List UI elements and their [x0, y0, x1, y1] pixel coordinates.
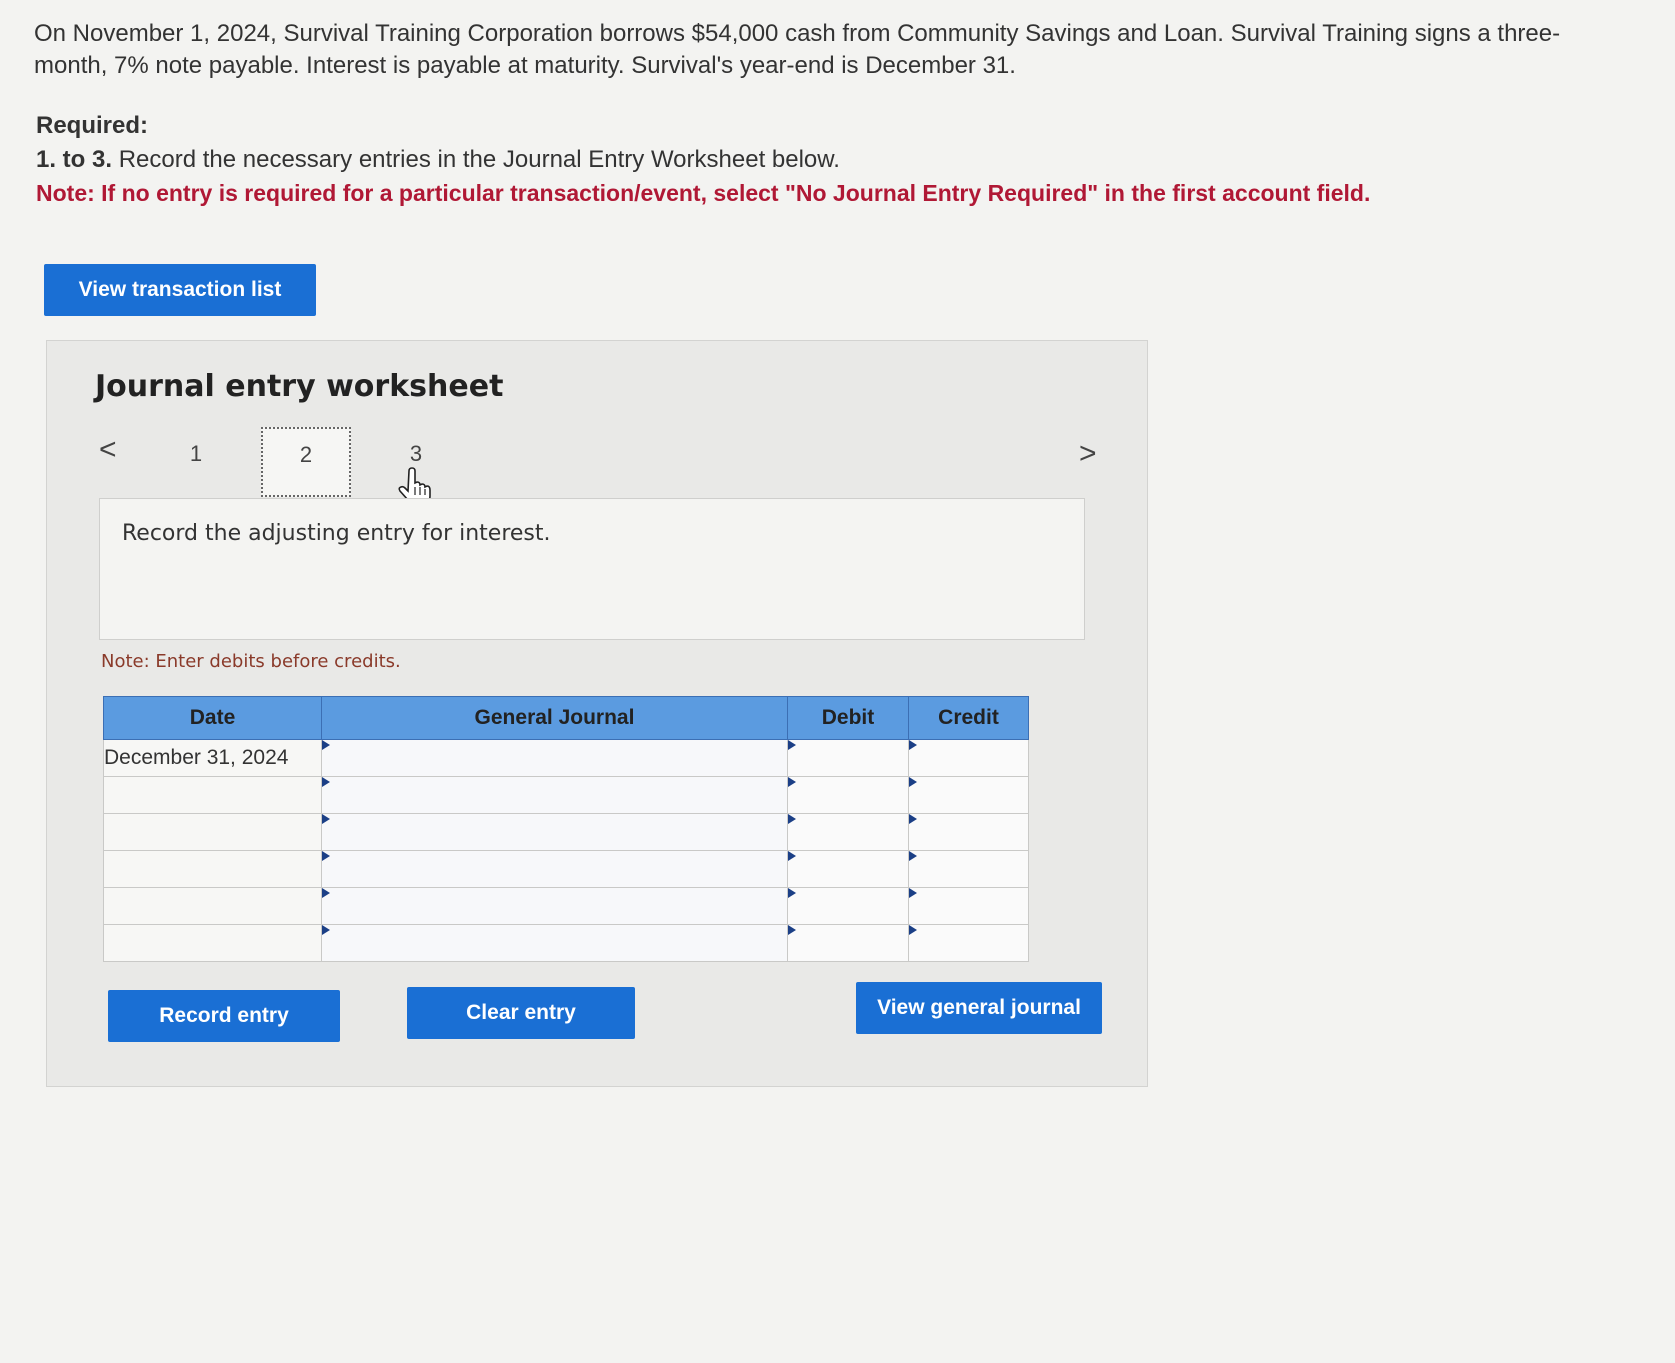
step-tab-3[interactable]: 3 [401, 441, 431, 467]
credit-input[interactable] [909, 777, 1028, 813]
dropdown-marker-icon [788, 740, 796, 750]
debit-cell[interactable] [787, 739, 909, 777]
entry-description-box: Record the adjusting entry for interest. [99, 498, 1085, 640]
header-general-journal: General Journal [321, 696, 788, 740]
date-cell [103, 813, 322, 851]
view-general-journal-button[interactable]: View general journal [856, 982, 1102, 1034]
account-cell[interactable] [321, 924, 788, 962]
dropdown-marker-icon [909, 777, 917, 787]
dropdown-marker-icon [788, 851, 796, 861]
table-row [103, 887, 1029, 925]
step-tab-2[interactable]: 2 [261, 427, 351, 497]
credit-cell[interactable] [908, 776, 1029, 814]
account-input[interactable] [322, 814, 787, 850]
date-cell [103, 887, 322, 925]
dropdown-marker-icon [909, 740, 917, 750]
account-cell[interactable] [321, 887, 788, 925]
debits-note: Note: Enter debits before credits. [101, 651, 401, 672]
debit-input[interactable] [788, 740, 908, 776]
instruction-number: 1. to 3. [36, 146, 113, 173]
credit-input[interactable] [909, 888, 1028, 924]
dropdown-marker-icon [909, 925, 917, 935]
debit-input[interactable] [788, 777, 908, 813]
table-row: December 31, 2024 [103, 739, 1029, 777]
prev-arrow-icon[interactable]: < [99, 433, 117, 467]
debit-input[interactable] [788, 814, 908, 850]
debit-cell[interactable] [787, 924, 909, 962]
worksheet-title: Journal entry worksheet [95, 369, 504, 404]
dropdown-marker-icon [788, 925, 796, 935]
debit-input[interactable] [788, 888, 908, 924]
journal-table: Date General Journal Debit Credit Decemb… [103, 696, 1029, 962]
dropdown-marker-icon [322, 814, 330, 824]
debit-input[interactable] [788, 851, 908, 887]
credit-input[interactable] [909, 925, 1028, 961]
credit-cell[interactable] [908, 850, 1029, 888]
view-transaction-list-button[interactable]: View transaction list [44, 264, 316, 316]
credit-cell[interactable] [908, 924, 1029, 962]
dropdown-marker-icon [322, 925, 330, 935]
entry-description: Record the adjusting entry for interest. [122, 521, 551, 546]
credit-input[interactable] [909, 851, 1028, 887]
account-cell[interactable] [321, 776, 788, 814]
date-cell [103, 924, 322, 962]
account-input[interactable] [322, 888, 787, 924]
dropdown-marker-icon [322, 740, 330, 750]
account-cell[interactable] [321, 850, 788, 888]
dropdown-marker-icon [322, 888, 330, 898]
account-input[interactable] [322, 740, 787, 776]
account-cell[interactable] [321, 739, 788, 777]
credit-input[interactable] [909, 814, 1028, 850]
debit-cell[interactable] [787, 813, 909, 851]
instruction-text: Record the necessary entries in the Jour… [112, 146, 840, 173]
table-row [103, 924, 1029, 962]
table-row [103, 850, 1029, 888]
debit-cell[interactable] [787, 850, 909, 888]
debit-cell[interactable] [787, 776, 909, 814]
account-input[interactable] [322, 925, 787, 961]
credit-input[interactable] [909, 740, 1028, 776]
table-row [103, 813, 1029, 851]
required-heading: Required: [36, 112, 149, 139]
account-input[interactable] [322, 851, 787, 887]
credit-cell[interactable] [908, 813, 1029, 851]
header-date: Date [103, 696, 322, 740]
clear-entry-button[interactable]: Clear entry [407, 987, 635, 1039]
dropdown-marker-icon [788, 888, 796, 898]
dropdown-marker-icon [909, 888, 917, 898]
table-row [103, 776, 1029, 814]
dropdown-marker-icon [788, 777, 796, 787]
debit-input[interactable] [788, 925, 908, 961]
dropdown-marker-icon [322, 851, 330, 861]
dropdown-marker-icon [909, 851, 917, 861]
credit-cell[interactable] [908, 887, 1029, 925]
dropdown-marker-icon [788, 814, 796, 824]
journal-entry-worksheet: Journal entry worksheet < 1 2 3 > Record… [46, 340, 1148, 1087]
dropdown-marker-icon [322, 777, 330, 787]
problem-statement: On November 1, 2024, Survival Training C… [34, 20, 1561, 79]
debit-cell[interactable] [787, 887, 909, 925]
step-tab-1[interactable]: 1 [181, 441, 211, 467]
header-debit: Debit [787, 696, 909, 740]
date-cell: December 31, 2024 [103, 739, 322, 777]
table-header-row: Date General Journal Debit Credit [103, 696, 1029, 740]
date-cell [103, 776, 322, 814]
header-credit: Credit [908, 696, 1029, 740]
date-cell [103, 850, 322, 888]
instruction-line: 1. to 3. Record the necessary entries in… [36, 146, 840, 174]
account-input[interactable] [322, 777, 787, 813]
dropdown-marker-icon [909, 814, 917, 824]
account-cell[interactable] [321, 813, 788, 851]
credit-cell[interactable] [908, 739, 1029, 777]
record-entry-button[interactable]: Record entry [108, 990, 340, 1042]
no-entry-note: Note: If no entry is required for a part… [36, 180, 1371, 206]
next-arrow-icon[interactable]: > [1079, 437, 1097, 471]
